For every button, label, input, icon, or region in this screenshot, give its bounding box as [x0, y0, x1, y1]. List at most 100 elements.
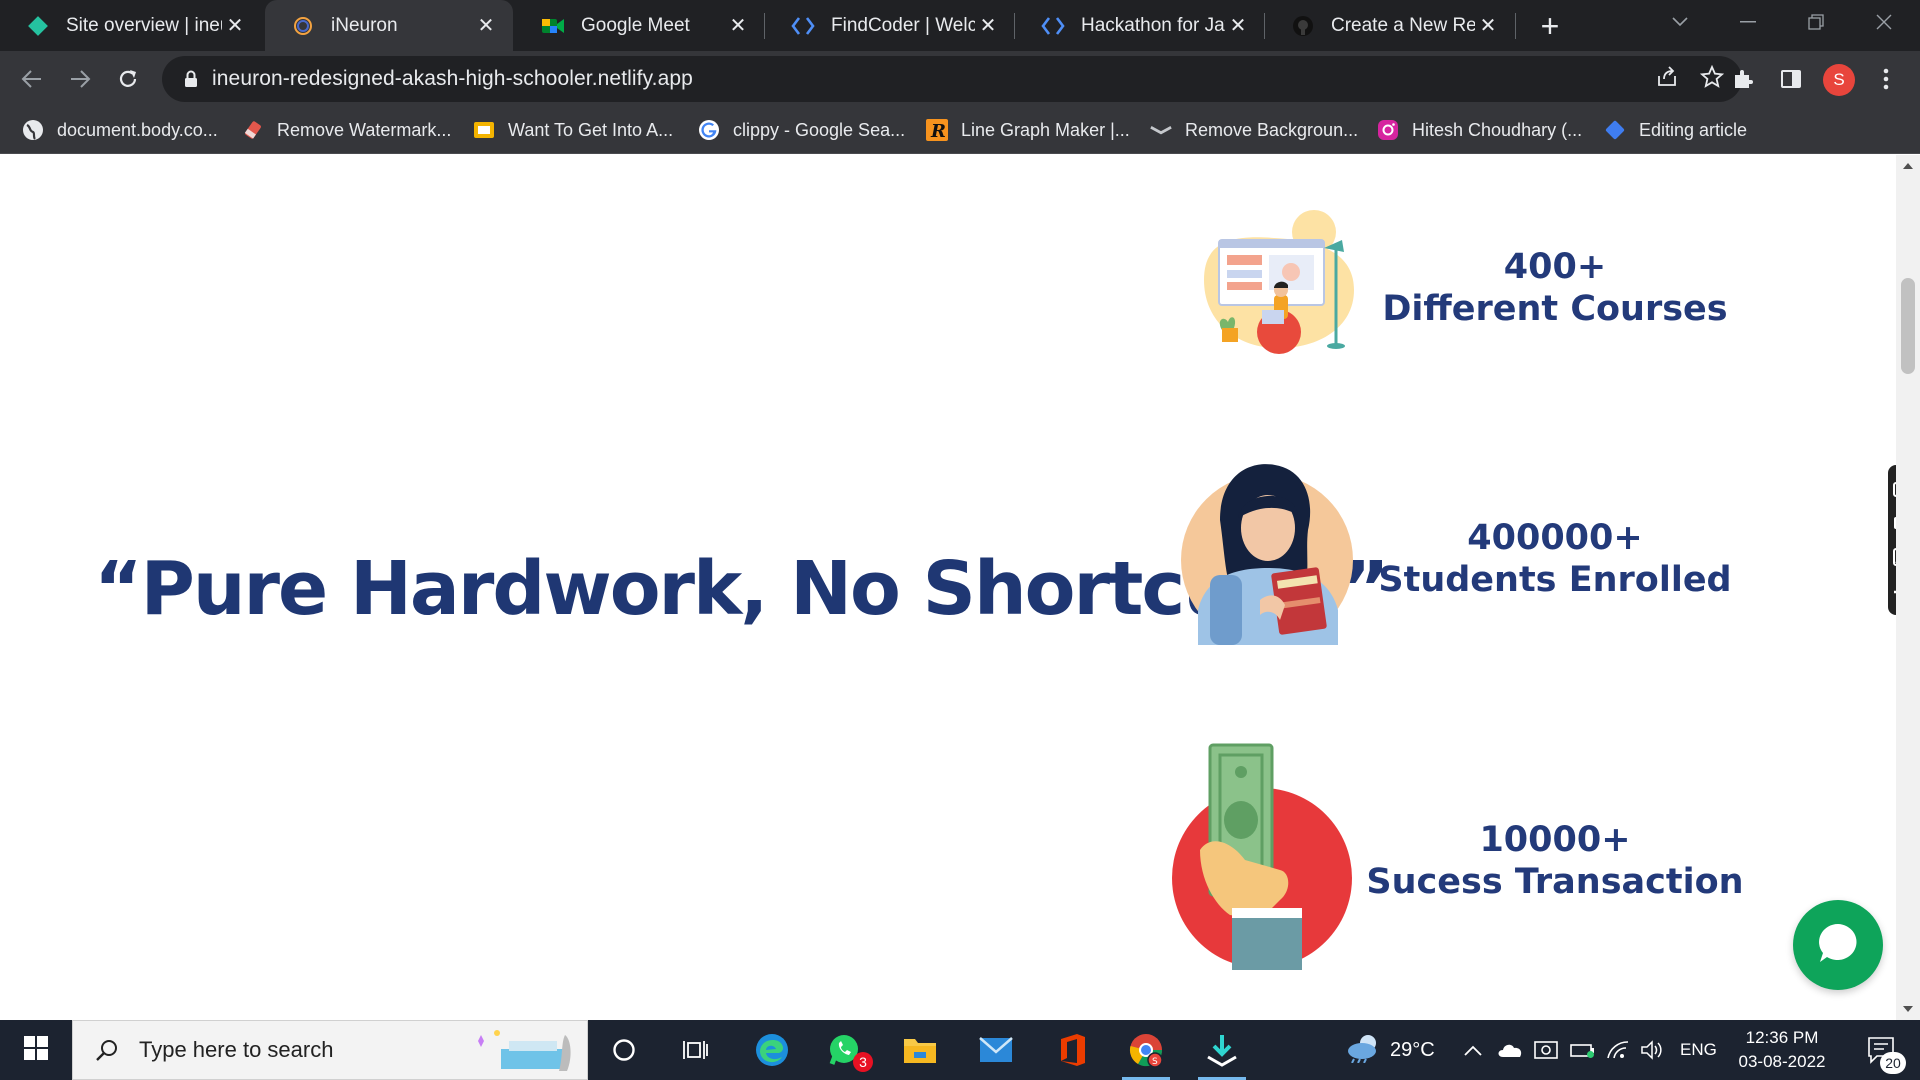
bookmark-label: Line Graph Maker |...: [961, 119, 1130, 140]
download-app-icon[interactable]: [1186, 1020, 1258, 1080]
mail-icon[interactable]: [960, 1020, 1032, 1080]
taskbar-search-box[interactable]: Type here to search: [72, 1020, 588, 1080]
temperature-text: 29°C: [1390, 1038, 1435, 1061]
bookmark-item[interactable]: Want To Get Into A...: [473, 106, 673, 154]
tab-findcoder[interactable]: FindCoder | Welcon ✕: [765, 0, 1015, 51]
restore-icon[interactable]: [1786, 0, 1846, 44]
bookmark-label: Hitesh Choudhary (...: [1412, 119, 1583, 140]
scroll-up-arrow-icon[interactable]: [1896, 155, 1920, 177]
r-icon: R: [926, 119, 948, 141]
wifi-icon[interactable]: [1606, 1020, 1630, 1080]
scroll-down-arrow-icon[interactable]: [1896, 998, 1920, 1020]
tab-site-overview[interactable]: Site overview | ineu ✕: [0, 0, 262, 51]
stat-label: Different Courses: [1382, 289, 1728, 329]
browser-tab-strip: Site overview | ineu ✕ iNeuron ✕ Google …: [0, 0, 1920, 51]
taskbar-clock[interactable]: 12:36 PM 03-08-2022: [1726, 1026, 1838, 1074]
chrome-icon[interactable]: S: [1110, 1020, 1182, 1080]
close-tab-icon[interactable]: ✕: [473, 13, 499, 39]
weather-cloud-icon: [1346, 1033, 1382, 1068]
tab-title: iNeuron: [331, 14, 398, 36]
menu-icon[interactable]: [1866, 59, 1906, 99]
bookmark-item[interactable]: R Line Graph Maker |...: [926, 106, 1130, 154]
bookmark-item[interactable]: Editing article: [1604, 106, 1747, 154]
diamond-icon: [1604, 119, 1626, 141]
bookmark-item[interactable]: Hitesh Choudhary (...: [1377, 106, 1582, 154]
code-icon: [791, 14, 815, 38]
task-view-icon[interactable]: [660, 1020, 732, 1080]
edge-icon[interactable]: [736, 1020, 808, 1080]
reload-icon[interactable]: [108, 59, 148, 99]
office-icon[interactable]: [1036, 1020, 1108, 1080]
stat-students: 400000+ Students Enrolled: [1340, 517, 1770, 601]
remove-bg-icon: [1150, 119, 1172, 141]
back-icon[interactable]: [12, 59, 52, 99]
netlify-icon: [26, 14, 50, 38]
share-icon[interactable]: [1656, 65, 1678, 93]
bookmark-label: Remove Backgroun...: [1185, 119, 1359, 140]
new-tab-button[interactable]: +: [1532, 8, 1568, 44]
onedrive-icon[interactable]: [1497, 1020, 1523, 1080]
cortana-icon[interactable]: [588, 1020, 660, 1080]
close-window-icon[interactable]: [1854, 0, 1914, 44]
volume-icon[interactable]: [1640, 1020, 1664, 1080]
url-text: ineuron-redesigned-akash-high-schooler.n…: [212, 67, 693, 90]
page-content: “Pure Hardwork, No Shortcuts!” 400+ Diff…: [0, 155, 1896, 1020]
bookmark-item[interactable]: clippy - Google Sea...: [698, 106, 905, 154]
weather-widget[interactable]: 29°C: [1346, 1020, 1435, 1080]
stat-label: Students Enrolled: [1378, 560, 1732, 600]
bookmark-label: Remove Watermark...: [277, 119, 452, 140]
notification-center-icon[interactable]: 20: [1852, 1020, 1912, 1080]
lock-icon: [180, 68, 202, 90]
close-tab-icon[interactable]: ✕: [1475, 13, 1501, 39]
code-icon: [1041, 14, 1065, 38]
tab-hackathon[interactable]: Hackathon for Java ✕: [1015, 0, 1265, 51]
close-tab-icon[interactable]: ✕: [725, 13, 751, 39]
bookmark-item[interactable]: document.body.co...: [22, 106, 218, 154]
hand-holding-cash-illustration: [1170, 740, 1355, 970]
close-tab-icon[interactable]: ✕: [975, 13, 1001, 39]
slides-icon: [473, 119, 495, 141]
close-tab-icon[interactable]: ✕: [222, 13, 248, 39]
notification-count-badge: 20: [1880, 1052, 1906, 1074]
close-tab-icon[interactable]: ✕: [1225, 13, 1251, 39]
bookmark-label: clippy - Google Sea...: [733, 119, 906, 140]
stat-label: Sucess Transaction: [1366, 862, 1744, 902]
stat-courses: 400+ Different Courses: [1340, 246, 1770, 330]
bookmark-item[interactable]: Remove Watermark...: [242, 106, 451, 154]
stat-number: 400000+: [1467, 518, 1643, 558]
profile-avatar[interactable]: S: [1823, 64, 1855, 96]
tab-search-icon[interactable]: [1650, 0, 1710, 44]
svg-text:R: R: [930, 121, 946, 141]
ineuron-icon: [291, 14, 315, 38]
battery-icon[interactable]: [1570, 1020, 1596, 1080]
start-button[interactable]: [0, 1020, 72, 1080]
globe-icon: [22, 119, 44, 141]
address-bar[interactable]: ineuron-redesigned-akash-high-schooler.n…: [162, 56, 1742, 102]
tab-title: Site overview | ineu: [66, 14, 222, 36]
meet-now-icon[interactable]: [1534, 1020, 1558, 1080]
chat-bubble-icon: [1815, 920, 1861, 971]
extensions-icon[interactable]: [1723, 59, 1763, 99]
minimize-icon[interactable]: [1718, 0, 1778, 44]
tab-google-meet[interactable]: Google Meet ✕: [515, 0, 765, 51]
side-panel-icon[interactable]: [1771, 59, 1811, 99]
page-scrollbar[interactable]: [1896, 155, 1920, 1020]
scrollbar-thumb[interactable]: [1901, 278, 1915, 374]
file-explorer-icon[interactable]: [884, 1020, 956, 1080]
tray-overflow-icon[interactable]: [1464, 1020, 1482, 1080]
tab-ineuron[interactable]: iNeuron ✕: [265, 0, 513, 51]
tab-create-repo[interactable]: Create a New Repo ✕: [1265, 0, 1515, 51]
tab-title: FindCoder | Welcon: [831, 14, 975, 36]
tab-separator: [1515, 13, 1516, 39]
bookmark-label: Editing article: [1639, 119, 1748, 140]
tab-title: Google Meet: [581, 14, 690, 36]
chat-widget-button[interactable]: [1793, 900, 1883, 990]
language-indicator[interactable]: ENG: [1680, 1020, 1717, 1080]
bookmark-item[interactable]: Remove Backgroun...: [1150, 106, 1358, 154]
bookmark-label: document.body.co...: [57, 119, 218, 140]
whatsapp-badge: 3: [853, 1052, 873, 1072]
forward-icon[interactable]: [60, 59, 100, 99]
bookmark-star-icon[interactable]: [1699, 64, 1725, 94]
whatsapp-icon[interactable]: 3: [808, 1020, 880, 1080]
google-icon: [698, 119, 720, 141]
